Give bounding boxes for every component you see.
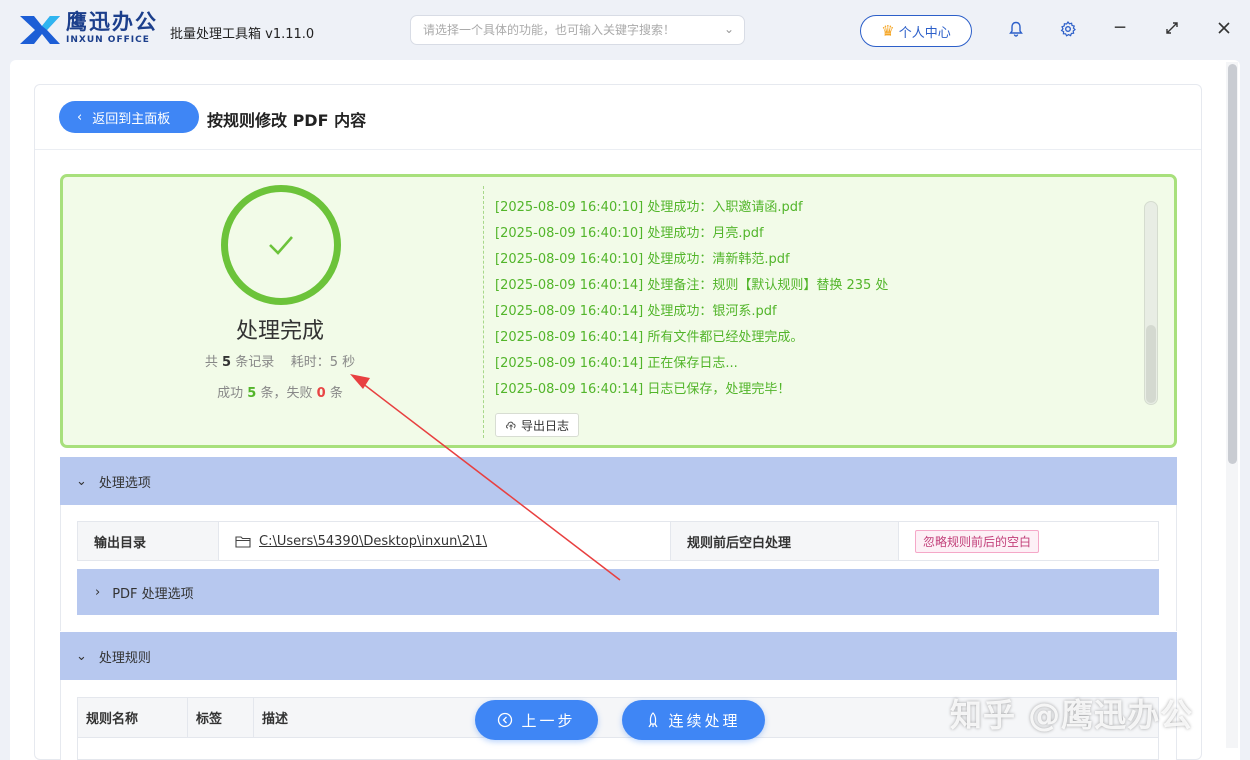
watermark: 知乎 @鹰迅办公 [950,696,1194,734]
annotation-arrow [350,374,621,581]
